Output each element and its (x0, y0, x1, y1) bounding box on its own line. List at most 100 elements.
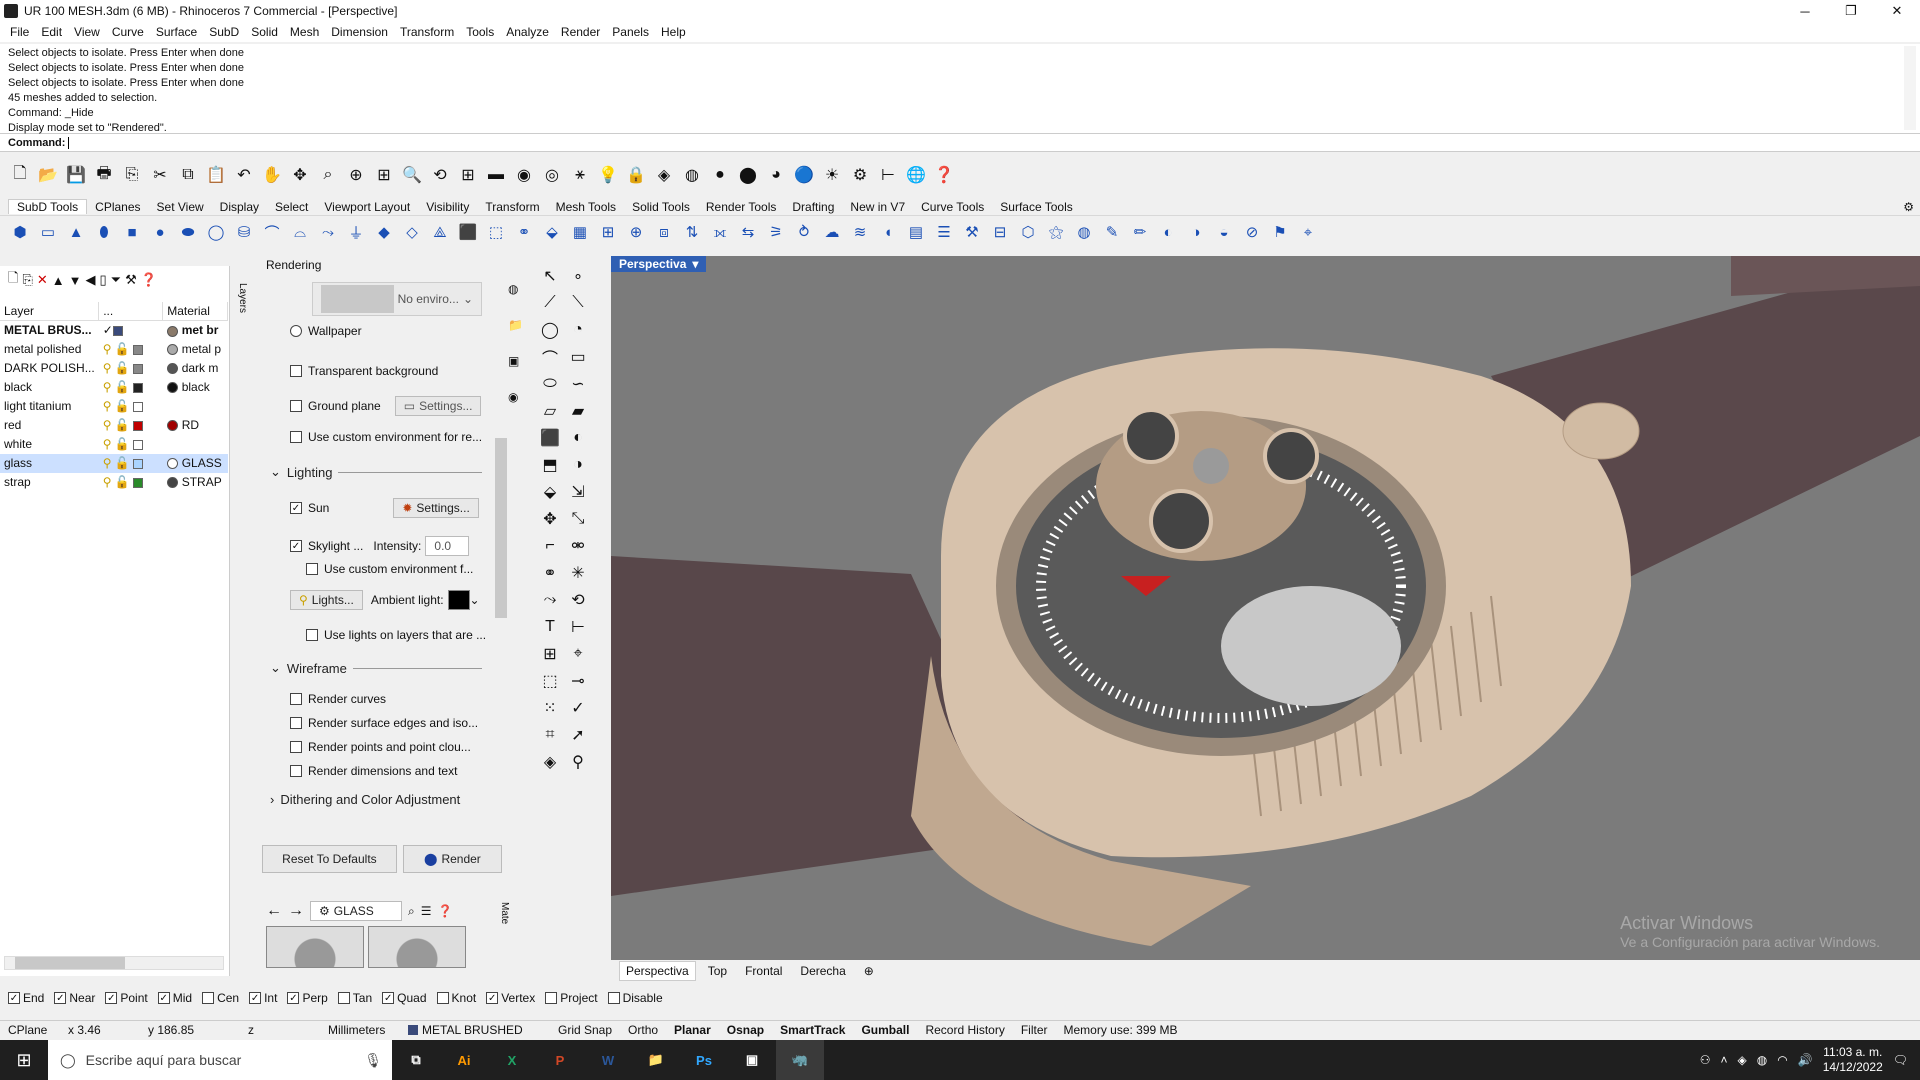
menu-file[interactable]: File (4, 25, 35, 39)
text-icon[interactable]: T (538, 615, 562, 639)
fillet-icon[interactable]: ⌐ (538, 534, 562, 558)
layer-flags[interactable]: ⚲ 🔓 (99, 435, 163, 454)
undo-icon[interactable]: ↶ (232, 163, 256, 187)
subd-sphere-icon[interactable]: ⬢ (8, 220, 32, 244)
viewport-label[interactable]: Perspectiva ▾ (611, 256, 707, 272)
tab-mesh-tools[interactable]: Mesh Tools (548, 200, 624, 214)
layer-row[interactable]: metal polished ⚲ 🔓 metal p (0, 340, 228, 359)
rotate-view-icon[interactable]: ✥ (288, 163, 312, 187)
environment-dropdown[interactable]: No enviro... ⌄ (312, 282, 482, 316)
print-icon[interactable]: 🖶 (92, 163, 116, 187)
circle-icon[interactable]: ◯ (538, 318, 562, 342)
subd-sphere-grid-icon[interactable]: ⊕ (624, 220, 648, 244)
subd-yellow-cube-icon[interactable]: ◑ (1184, 220, 1208, 244)
layer-row[interactable]: red ⚲ 🔓 RD (0, 416, 228, 435)
subd-cap-icon[interactable]: ◖ (876, 220, 900, 244)
subd-network-icon[interactable]: ⚝ (1044, 220, 1068, 244)
perspective-viewport[interactable]: Perspectiva ▾ Activar Windows Ve a Config… (611, 256, 1920, 960)
light-icon[interactable]: 💡 (596, 163, 620, 187)
minimize-button[interactable]: ─ (1782, 0, 1828, 22)
blue-sphere-icon[interactable]: 🔵 (792, 163, 816, 187)
render-dimensions-checkbox[interactable] (290, 765, 302, 777)
planar-toggle[interactable]: Planar (666, 1023, 719, 1037)
sun-checkbox[interactable]: ✓ (290, 502, 302, 514)
transparent-background-checkbox[interactable] (290, 365, 302, 377)
layer-name[interactable]: black (0, 378, 99, 397)
layer-material[interactable] (163, 397, 228, 416)
tray-app-icon[interactable]: ◈ (1738, 1053, 1747, 1067)
subd-cloud-icon[interactable]: ☁ (820, 220, 844, 244)
menu-dimension[interactable]: Dimension (325, 25, 394, 39)
tab-render-tools[interactable]: Render Tools (698, 200, 785, 214)
scale-icon[interactable]: ⤡ (566, 507, 590, 531)
layer-icon[interactable]: ◈ (652, 163, 676, 187)
intensity-stepper[interactable]: 0.0 (425, 536, 470, 556)
zoom-icon[interactable]: ⌕ (316, 163, 340, 187)
layer-material[interactable]: met br (163, 321, 228, 340)
tab-top[interactable]: Top (702, 962, 733, 980)
subd-stop-icon[interactable]: ⊘ (1240, 220, 1264, 244)
subd-patch-icon[interactable]: ◆ (372, 220, 396, 244)
menu-surface[interactable]: Surface (150, 25, 203, 39)
layer-name[interactable]: red (0, 416, 99, 435)
subd-convert-icon[interactable]: ⥁ (792, 220, 816, 244)
microphone-icon[interactable]: 🎙 (364, 1052, 382, 1069)
toolbar-options-gear-icon[interactable]: ⚙ (1903, 200, 1914, 214)
subd-torus-icon[interactable]: ◯ (204, 220, 228, 244)
rebuild-icon[interactable]: ⟲ (566, 588, 590, 612)
osnap-checkbox[interactable]: ✓ (287, 992, 300, 1004)
freeform-icon[interactable]: ∽ (566, 372, 590, 396)
tab-cplanes[interactable]: CPlanes (87, 200, 148, 214)
tools-icon[interactable]: ⚒ (125, 272, 137, 288)
menu-analyze[interactable]: Analyze (500, 25, 555, 39)
help-icon[interactable]: ❓ (932, 163, 956, 187)
layer-material[interactable]: dark m (163, 359, 228, 378)
lock-open-icon[interactable]: 🔓 (115, 456, 130, 470)
menu-tools[interactable]: Tools (460, 25, 500, 39)
ortho-toggle[interactable]: Ortho (620, 1023, 666, 1037)
layer-name[interactable]: METAL BRUS... (0, 321, 99, 340)
powerpoint-icon[interactable]: P (536, 1040, 584, 1080)
display-color-icon[interactable]: ◍ (508, 282, 532, 296)
subd-grid-icon[interactable]: ▦ (568, 220, 592, 244)
taskbar-search[interactable]: ◯ Escribe aquí para buscar 🎙 (48, 1040, 392, 1080)
mesh-icon[interactable]: ◈ (538, 750, 562, 774)
render-icon[interactable]: ◕ (764, 163, 788, 187)
layer-row[interactable]: METAL BRUS... ✓ met br (0, 321, 228, 340)
menu-render[interactable]: Render (555, 25, 606, 39)
filter-toggle[interactable]: Filter (1013, 1023, 1056, 1037)
layers-panel-tab[interactable]: Layers (232, 268, 248, 328)
illustrator-icon[interactable]: Ai (440, 1040, 488, 1080)
gear-icon[interactable]: ⚙ (848, 163, 872, 187)
layer-color-swatch[interactable] (133, 458, 144, 469)
osnap-checkbox[interactable]: ✓ (486, 992, 499, 1004)
photoshop-icon[interactable]: Ps (680, 1040, 728, 1080)
materials-help-icon[interactable]: ❓ (438, 904, 453, 918)
lightbulb-icon[interactable]: ⚲ (103, 380, 112, 394)
tab-surface-tools[interactable]: Surface Tools (992, 200, 1081, 214)
osnap-quad[interactable]: ✓ Quad (382, 991, 427, 1005)
transform-icon[interactable]: ✥ (538, 507, 562, 531)
lightbulb-icon[interactable]: ⚲ (103, 361, 112, 375)
people-icon[interactable]: ⚇ (1700, 1053, 1711, 1067)
rendered-sphere-icon[interactable]: ⬤ (736, 163, 760, 187)
osnap-disable[interactable]: Disable (607, 991, 663, 1005)
subd-mesh-icon[interactable]: ⊞ (596, 220, 620, 244)
materials-panel-tab[interactable]: Mate (499, 902, 510, 924)
subd-thicken-icon[interactable]: ⚞ (764, 220, 788, 244)
layer-row[interactable]: white ⚲ 🔓 (0, 435, 228, 454)
line-icon[interactable]: ⟍ (566, 291, 590, 315)
tab-select[interactable]: Select (267, 200, 316, 214)
osnap-tan[interactable]: Tan (337, 991, 372, 1005)
curve-from-object-icon[interactable]: ⤳ (538, 588, 562, 612)
subd-offset-icon[interactable]: ⟗ (708, 220, 732, 244)
osnap-knot[interactable]: Knot (436, 991, 476, 1005)
lamp-icon[interactable]: ⚲ (566, 750, 590, 774)
save-icon[interactable]: 💾 (64, 163, 88, 187)
block-icon[interactable]: ⬚ (538, 669, 562, 693)
chevron-down-icon[interactable]: ⌄ (470, 593, 480, 607)
hide-icon[interactable]: ◉ (512, 163, 536, 187)
osnap-checkbox[interactable] (607, 992, 620, 1004)
snap-icon[interactable]: ⌖ (566, 642, 590, 666)
status-current-layer[interactable]: METAL BRUSHED (400, 1023, 550, 1037)
